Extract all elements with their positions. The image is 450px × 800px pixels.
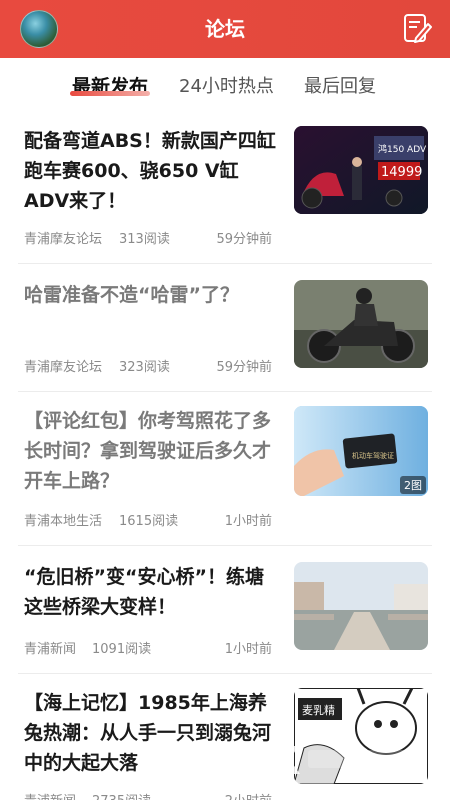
post-source: 青浦新闻 xyxy=(24,642,77,657)
list-item[interactable]: 【评论红包】你考驾照花了多长时间？拿到驾驶证后多久才开车上路？ 青浦本地生活 1… xyxy=(0,392,450,546)
tab-bar: 最新发布 24小时热点 最后回复 xyxy=(0,58,450,110)
post-title[interactable]: 【海上记忆】1985年上海养兔热潮：从人手一只到溺兔河中的大起大落 xyxy=(24,688,279,778)
post-time: 59分钟前 xyxy=(216,360,272,375)
tab-last-reply[interactable]: 最后回复 xyxy=(304,72,376,98)
list-item[interactable]: 哈雷准备不造“哈雷”了？ 青浦摩友论坛 323阅读 59分钟前 xyxy=(0,264,450,392)
svg-text:鸿150 ADV: 鸿150 ADV xyxy=(378,143,427,155)
post-title[interactable]: 【评论红包】你考驾照花了多长时间？拿到驾驶证后多久才开车上路？ xyxy=(24,406,279,496)
post-source: 青浦新闻 xyxy=(24,790,76,800)
post-reads: 2735阅读 xyxy=(92,790,151,800)
post-thumbnail[interactable] xyxy=(294,280,428,368)
post-source: 青浦本地生活 xyxy=(24,514,103,529)
post-time: 1小时前 xyxy=(224,514,272,529)
post-source: 青浦摩友论坛 xyxy=(24,360,103,375)
watermark-logo xyxy=(278,738,428,778)
svg-text:机动车驾驶证: 机动车驾驶证 xyxy=(352,451,394,460)
post-thumbnail[interactable]: 机动车驾驶证 2图 xyxy=(294,406,428,496)
post-reads: 1615阅读 xyxy=(119,514,179,529)
post-list: 配备弯道ABS！新款国产四缸跑车赛600、骁650 V缸ADV来了！ 青浦摩友论… xyxy=(0,110,450,800)
post-time: 1小时前 xyxy=(224,642,272,657)
list-item[interactable]: 配备弯道ABS！新款国产四缸跑车赛600、骁650 V缸ADV来了！ 青浦摩友论… xyxy=(0,110,450,264)
post-reads: 1091阅读 xyxy=(92,642,152,657)
active-tab-indicator xyxy=(70,91,150,96)
post-thumbnail[interactable]: 鸿150 ADV 14999 xyxy=(294,126,428,214)
tab-24h-hot[interactable]: 24小时热点 xyxy=(179,72,274,98)
compose-icon[interactable] xyxy=(402,12,432,44)
post-source: 青浦摩友论坛 xyxy=(24,232,103,247)
post-time: 2小时前 xyxy=(225,790,272,800)
post-reads: 313阅读 xyxy=(119,232,170,247)
post-title[interactable]: 哈雷准备不造“哈雷”了？ xyxy=(24,280,279,310)
post-title[interactable]: “危旧桥”变“安心桥”！练塘这些桥梁大变样！ xyxy=(24,562,279,622)
post-reads: 323阅读 xyxy=(119,360,170,375)
page-title: 论坛 xyxy=(205,17,245,41)
list-item[interactable]: “危旧桥”变“安心桥”！练塘这些桥梁大变样！ 青浦新闻 1091阅读 1小时前 xyxy=(0,546,450,674)
svg-text:麦乳精: 麦乳精 xyxy=(302,704,335,717)
post-title[interactable]: 配备弯道ABS！新款国产四缸跑车赛600、骁650 V缸ADV来了！ xyxy=(24,126,279,216)
app-header: 论坛 xyxy=(0,0,450,58)
post-thumbnail[interactable] xyxy=(294,562,428,650)
post-time: 59分钟前 xyxy=(216,232,272,247)
list-item[interactable]: 【海上记忆】1985年上海养兔热潮：从人手一只到溺兔河中的大起大落 青浦新闻 2… xyxy=(0,674,450,800)
svg-text:14999: 14999 xyxy=(381,165,422,180)
image-count-badge: 2图 xyxy=(400,476,426,494)
